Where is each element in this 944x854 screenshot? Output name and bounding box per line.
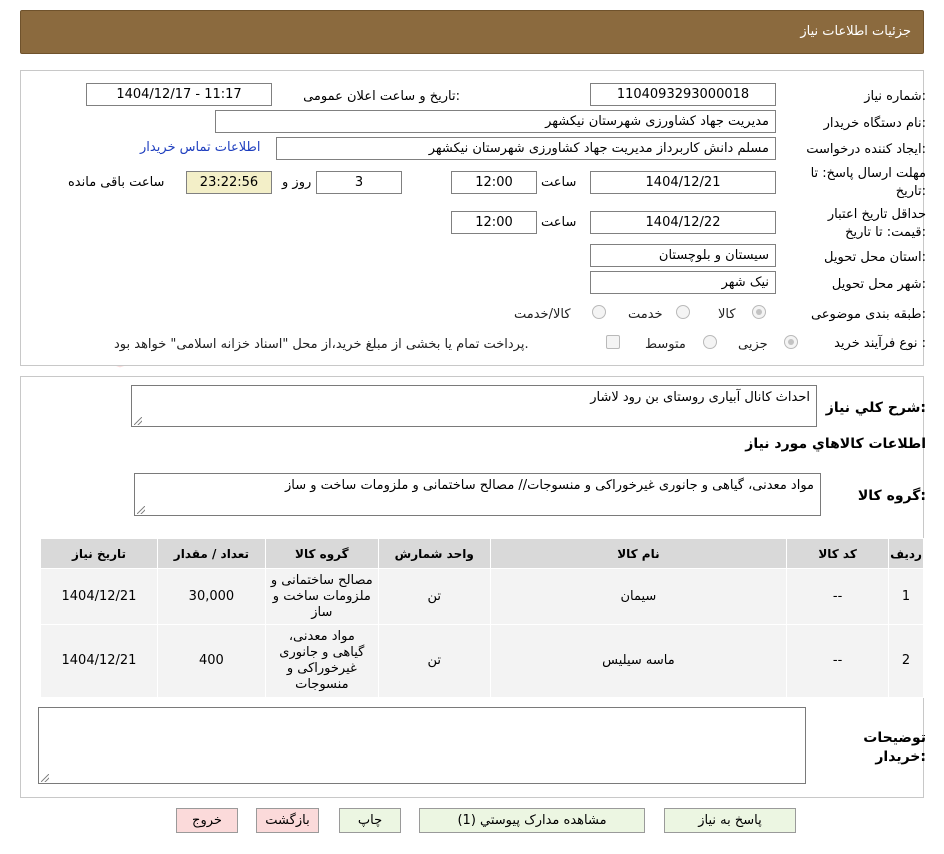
category-service-radio[interactable] <box>676 305 690 319</box>
deadline-label: مهلت ارسال پاسخ: تا <box>810 166 926 181</box>
cell-unit: تن <box>377 624 491 698</box>
deadline-time-label: ساعت <box>541 175 577 190</box>
column-header-unit: واحد شمارش <box>377 538 491 569</box>
cell-row-number: 2 <box>888 624 924 698</box>
category-goods-service-label: کالا/خدمت <box>514 307 571 322</box>
deadline-label-date: تاریخ: <box>895 184 926 199</box>
process-partial-radio[interactable] <box>784 335 798 349</box>
cell-unit: تن <box>377 568 491 625</box>
process-label: نوع فرآیند خرید : <box>834 336 926 351</box>
city-field: نیک شهر <box>590 271 776 294</box>
deadline-date-field: 1404/12/21 <box>590 171 776 194</box>
goods-info-title: اطلاعات کالاهاي مورد نياز <box>745 436 926 452</box>
process-medium-radio[interactable] <box>703 335 717 349</box>
category-goods-label: کالا <box>718 307 736 322</box>
cell-quantity: 400 <box>156 624 266 698</box>
cell-group: مصالح ساختمانی و ملزومات ساخت و ساز <box>264 568 379 625</box>
need-number-field: 1104093293000018 <box>590 83 776 106</box>
treasury-payment-note: پرداخت تمام یا بخشی از مبلغ خرید،از محل … <box>114 337 529 352</box>
exit-button[interactable]: خروج <box>176 808 238 833</box>
column-header-code: کد کالا <box>786 538 890 569</box>
category-label: طبقه بندی موضوعی: <box>810 307 926 322</box>
resize-grip-icon[interactable] <box>41 774 49 782</box>
requester-field: مسلم دانش کاربرداز مدیریت جهاد کشاورزی ش… <box>276 137 776 160</box>
buyer-org-label: نام دستگاه خریدار: <box>823 116 926 131</box>
cell-date: 1404/12/21 <box>40 624 158 698</box>
validity-label-date: قیمت: تا تاریخ: <box>845 225 926 240</box>
cell-quantity: 30,000 <box>156 568 266 625</box>
summary-label: شرح کلي نياز: <box>825 400 926 416</box>
announce-datetime-field: 1404/12/17 - 11:17 <box>86 83 272 106</box>
column-header-quantity: تعداد / مقدار <box>156 538 266 569</box>
cell-name: ماسه سیلیس <box>489 624 788 698</box>
summary-textarea[interactable]: احداث کانال آبیاری روستای بن رود لاشار <box>131 385 817 427</box>
resize-grip-icon[interactable] <box>137 506 145 514</box>
print-button[interactable]: چاپ <box>339 808 401 833</box>
column-header-date: تاریخ نیاز <box>40 538 158 569</box>
province-label: استان محل تحویل: <box>824 250 926 265</box>
cell-row-number: 1 <box>888 568 924 625</box>
need-number-label: شماره نیاز: <box>864 89 926 104</box>
cell-group: مواد معدنی، گیاهی و جانوری غیرخوراکی و م… <box>264 624 379 698</box>
days-label: روز و <box>282 175 312 190</box>
table-row: 1 -- سیمان تن مصالح ساختمانی و ملزومات س… <box>40 568 924 625</box>
validity-label: حداقل تاریخ اعتبار <box>827 207 926 222</box>
goods-group-textarea[interactable]: مواد معدنی، گیاهی و جانوری غیرخوراکی و م… <box>134 473 821 516</box>
view-attachments-button[interactable]: مشاهده مدارک پيوستي (1) <box>419 808 645 833</box>
requester-label: ایجاد کننده درخواست: <box>806 142 926 157</box>
column-header-row-number: رديف <box>888 538 924 569</box>
page-header: جزئیات اطلاعات نیاز <box>20 10 924 54</box>
buyer-org-field: مدیریت جهاد کشاورزی شهرستان نیکشهر <box>215 110 776 133</box>
validity-date-field: 1404/12/22 <box>590 211 776 234</box>
process-partial-label: جزیی <box>738 337 768 352</box>
process-medium-label: متوسط <box>645 337 686 352</box>
table-header-row: رديف کد کالا نام کالا واحد شمارش گروه کا… <box>40 538 924 569</box>
buyer-notes-textarea[interactable] <box>38 707 806 784</box>
category-service-label: خدمت <box>628 307 663 322</box>
cell-code: -- <box>786 568 890 625</box>
resize-grip-icon[interactable] <box>134 417 142 425</box>
city-label: شهر محل تحویل: <box>831 277 926 292</box>
cell-name: سیمان <box>489 568 788 625</box>
summary-text: احداث کانال آبیاری روستای بن رود لاشار <box>590 390 810 405</box>
remaining-days-field: 3 <box>316 171 402 194</box>
page-title: جزئیات اطلاعات نیاز <box>800 24 911 39</box>
remaining-time-field: 23:22:56 <box>186 171 272 194</box>
back-button[interactable]: بازگشت <box>256 808 319 833</box>
deadline-time-field: 12:00 <box>451 171 537 194</box>
validity-time-label: ساعت <box>541 215 577 230</box>
buyer-contact-link[interactable]: اطلاعات تماس خریدار <box>140 140 260 155</box>
treasury-payment-checkbox[interactable] <box>606 335 620 349</box>
buyer-notes-label-2: خریدار: <box>875 749 926 765</box>
column-header-group: گروه کالا <box>264 538 379 569</box>
announce-label: تاریخ و ساعت اعلان عمومی: <box>303 89 460 104</box>
reply-button[interactable]: پاسخ به نياز <box>664 808 796 833</box>
province-field: سیستان و بلوچستان <box>590 244 776 267</box>
table-row: 2 -- ماسه سیلیس تن مواد معدنی، گیاهی و ج… <box>40 624 924 698</box>
cell-date: 1404/12/21 <box>40 568 158 625</box>
category-goods-service-radio[interactable] <box>592 305 606 319</box>
remaining-time-label: ساعت باقی مانده <box>68 175 165 190</box>
buyer-notes-label: توضیحات <box>863 730 926 746</box>
validity-time-field: 12:00 <box>451 211 537 234</box>
goods-table: رديف کد کالا نام کالا واحد شمارش گروه کا… <box>40 538 924 698</box>
goods-group-text: مواد معدنی، گیاهی و جانوری غیرخوراکی و م… <box>284 478 814 493</box>
cell-code: -- <box>786 624 890 698</box>
category-goods-radio[interactable] <box>752 305 766 319</box>
column-header-name: نام کالا <box>489 538 788 569</box>
goods-group-label: گروه کالا: <box>857 488 926 504</box>
